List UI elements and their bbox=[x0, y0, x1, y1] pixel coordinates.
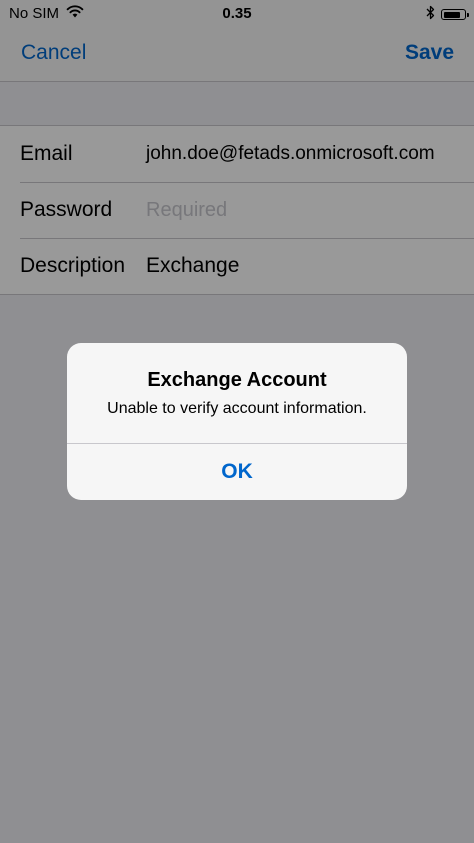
alert-dialog: Exchange Account Unable to verify accoun… bbox=[67, 343, 407, 500]
alert-title: Exchange Account bbox=[147, 369, 327, 391]
ok-button[interactable]: OK bbox=[67, 444, 407, 500]
alert-message: Unable to verify account information. bbox=[107, 400, 367, 417]
